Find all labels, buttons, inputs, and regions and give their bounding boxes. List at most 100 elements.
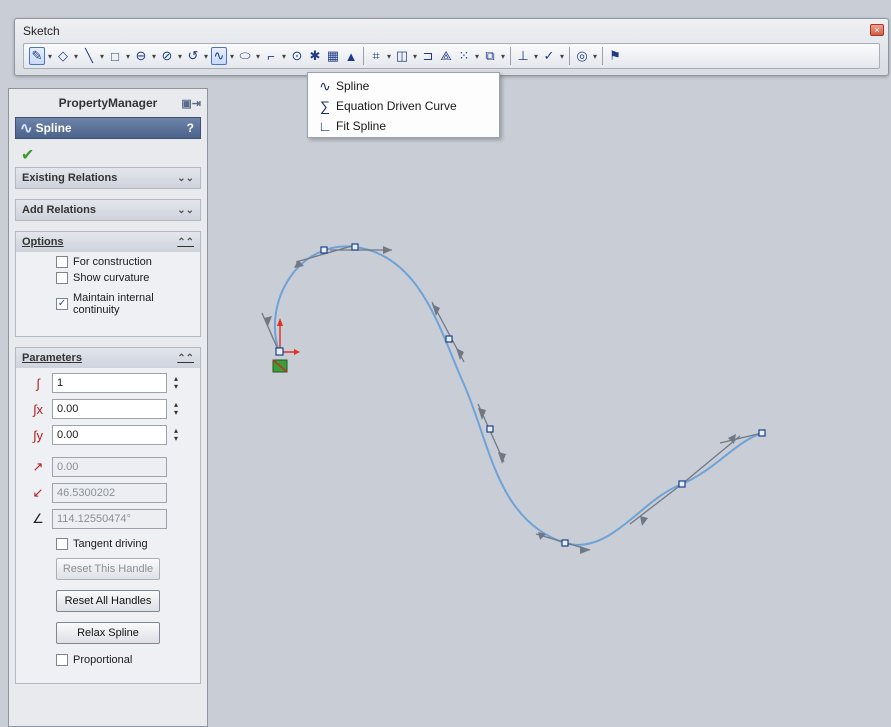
chevron-down-icon[interactable]: ▾ xyxy=(473,52,481,61)
chevron-down-icon[interactable]: ▾ xyxy=(202,52,210,61)
chevron-down-icon[interactable]: ▾ xyxy=(280,52,288,61)
polygon-icon[interactable]: ⊙ xyxy=(289,47,305,65)
repair-sketch-icon[interactable]: ✓ xyxy=(541,47,557,65)
offset-icon[interactable]: ⊐ xyxy=(420,47,436,65)
maintain-continuity-checkbox[interactable]: ✓ xyxy=(56,298,68,310)
proportional-option[interactable]: Proportional xyxy=(16,644,200,666)
line-icon[interactable]: ╲ xyxy=(81,47,97,65)
show-curvature-checkbox[interactable] xyxy=(56,272,68,284)
ok-check-icon[interactable]: ✔ xyxy=(21,145,207,167)
spline-curve[interactable] xyxy=(273,245,763,546)
sketch-toolbar: ✎ ▾ ◇ ▾ ╲ ▾ □ ▾ ⊖ ▾ ⊘ ▾ ↺ ▾ ∿ ▾ ⬭ ▾ ⌐ ▾ ⊙ ✱ ▦ ▲ ⌗ ▾… xyxy=(23,43,880,69)
chevron-down-icon[interactable]: ▾ xyxy=(558,52,566,61)
toolbar-divider xyxy=(602,47,603,65)
reset-all-handles-button[interactable]: Reset All Handles xyxy=(56,590,160,612)
chevron-down-icon[interactable]: ▾ xyxy=(532,52,540,61)
tangent-driving-checkbox[interactable] xyxy=(56,538,68,550)
relax-spline-button[interactable]: Relax Spline xyxy=(56,622,160,644)
for-construction-option[interactable]: For construction xyxy=(16,252,200,268)
proportional-checkbox[interactable] xyxy=(56,654,68,666)
spin-arrows-icon[interactable]: ▴ ▾ xyxy=(171,401,181,417)
rectangle-icon[interactable]: □ xyxy=(107,47,123,65)
text-icon[interactable]: ▲ xyxy=(343,47,359,65)
section-title: Existing Relations xyxy=(22,172,118,184)
x-coordinate-icon: ∫x xyxy=(32,401,44,417)
spline-points[interactable] xyxy=(320,243,766,547)
spin-arrows-icon[interactable]: ▴ ▾ xyxy=(171,375,181,391)
property-manager-title: PropertyManager xyxy=(58,96,158,110)
y-coordinate-icon: ∫y xyxy=(32,427,44,443)
chevron-down-icon[interactable]: ▾ xyxy=(254,52,262,61)
parameters-header[interactable]: Parameters ⌃⌃ xyxy=(16,348,200,368)
tangent-weight-icon: ↗ xyxy=(32,459,44,474)
pattern-icon[interactable]: ⁙ xyxy=(456,47,472,65)
option-label: Show curvature xyxy=(73,272,150,284)
tangent-driving-option[interactable]: Tangent driving xyxy=(16,530,200,550)
section-title: Add Relations xyxy=(22,204,96,216)
chevron-down-icon[interactable]: ▾ xyxy=(591,52,599,61)
y-coordinate-input[interactable]: 0.00 xyxy=(52,425,167,445)
quick-snaps-icon[interactable]: ◎ xyxy=(574,47,590,65)
sketch-toolbar-window: Sketch × ✎ ▾ ◇ ▾ ╲ ▾ □ ▾ ⊖ ▾ ⊘ ▾ ↺ ▾ ∿ ▾ ⬭ ▾ ⌐ ▾ ⊙… xyxy=(14,18,889,76)
spin-arrows-icon[interactable]: ▴ ▾ xyxy=(171,427,181,443)
chevron-down-icon[interactable]: ▾ xyxy=(72,52,80,61)
tangent-weight-2-input[interactable]: 46.5300202 xyxy=(52,483,167,503)
point-number-input[interactable]: 1 xyxy=(52,373,167,393)
chevron-down-icon[interactable]: ▾ xyxy=(385,52,393,61)
feature-name: Spline xyxy=(35,121,72,135)
sketch-icon[interactable]: ✎ xyxy=(29,47,45,65)
feature-title-bar: ∿ Spline ? xyxy=(15,117,201,139)
chevron-down-icon[interactable]: ▾ xyxy=(98,52,106,61)
tangent-weight-1-input[interactable]: 0.00 xyxy=(52,457,167,477)
add-relations-header[interactable]: Add Relations ⌄⌄ xyxy=(16,200,200,220)
ellipse-icon[interactable]: ⬭ xyxy=(237,47,253,65)
section-title: Parameters xyxy=(22,352,82,364)
arc-icon[interactable]: ↺ xyxy=(185,47,201,65)
move-entities-icon[interactable]: ⧉ xyxy=(482,47,498,65)
chevron-down-icon[interactable]: ▾ xyxy=(228,52,236,61)
close-icon[interactable]: × xyxy=(870,24,884,36)
reset-this-handle-button[interactable]: Reset This Handle xyxy=(56,558,160,580)
chevron-down-icon[interactable]: ▾ xyxy=(176,52,184,61)
existing-relations-header[interactable]: Existing Relations ⌄⌄ xyxy=(16,168,200,188)
chevron-down-icon[interactable]: ▾ xyxy=(124,52,132,61)
chevron-up-icon: ⌃⌃ xyxy=(177,236,194,248)
x-coordinate-input[interactable]: 0.00 xyxy=(52,399,167,419)
fillet-icon[interactable]: ⌐ xyxy=(263,47,279,65)
chevron-down-icon[interactable]: ▾ xyxy=(499,52,507,61)
point-number-row: ∫ 1 ▴ ▾ xyxy=(16,368,200,394)
section-add-relations: Add Relations ⌄⌄ xyxy=(15,199,201,221)
chevron-down-icon[interactable]: ▾ xyxy=(411,52,419,61)
chevron-down-icon[interactable]: ▾ xyxy=(46,52,54,61)
display-relations-icon[interactable]: ⊥ xyxy=(515,47,531,65)
smart-dimension-icon[interactable]: ◇ xyxy=(55,47,71,65)
tangent-weight-2-row: ↙ 46.5300202 xyxy=(16,478,200,504)
show-curvature-option[interactable]: Show curvature xyxy=(16,268,200,284)
options-header[interactable]: Options ⌃⌃ xyxy=(16,232,200,252)
trim-icon[interactable]: ⌗ xyxy=(368,47,384,65)
pin-icon[interactable]: ▣⇥ xyxy=(181,97,201,110)
tangent-handles[interactable] xyxy=(261,245,763,551)
tangent-angle-row: ∠ 114.12550474° xyxy=(16,504,200,530)
tangent-angle-input[interactable]: 114.12550474° xyxy=(52,509,167,529)
option-label: Tangent driving xyxy=(73,538,148,550)
help-icon[interactable]: ? xyxy=(187,121,194,135)
chevron-down-icon[interactable]: ▾ xyxy=(150,52,158,61)
spline-icon[interactable]: ∿ xyxy=(211,47,227,65)
x-coordinate-row: ∫x 0.00 ▴ ▾ xyxy=(16,394,200,420)
rapid-sketch-icon[interactable]: ⚑ xyxy=(607,47,623,65)
chevron-up-icon: ⌃⌃ xyxy=(177,352,194,364)
convert-entities-icon[interactable]: ◫ xyxy=(394,47,410,65)
slot-icon[interactable]: ⊖ xyxy=(133,47,149,65)
graphics-area[interactable] xyxy=(208,88,891,727)
plane-icon[interactable]: ▦ xyxy=(325,47,341,65)
tangent-weight-1-row: ↗ 0.00 xyxy=(16,452,200,478)
point-icon[interactable]: ✱ xyxy=(307,47,323,65)
chevron-down-icon: ⌄⌄ xyxy=(177,204,194,216)
option-label: For construction xyxy=(73,256,152,268)
property-manager-header: PropertyManager ▣⇥ xyxy=(9,89,207,117)
mirror-icon[interactable]: ⟁ xyxy=(438,47,454,65)
maintain-continuity-option[interactable]: ✓ Maintain internal continuity xyxy=(16,284,200,316)
circle-icon[interactable]: ⊘ xyxy=(159,47,175,65)
for-construction-checkbox[interactable] xyxy=(56,256,68,268)
